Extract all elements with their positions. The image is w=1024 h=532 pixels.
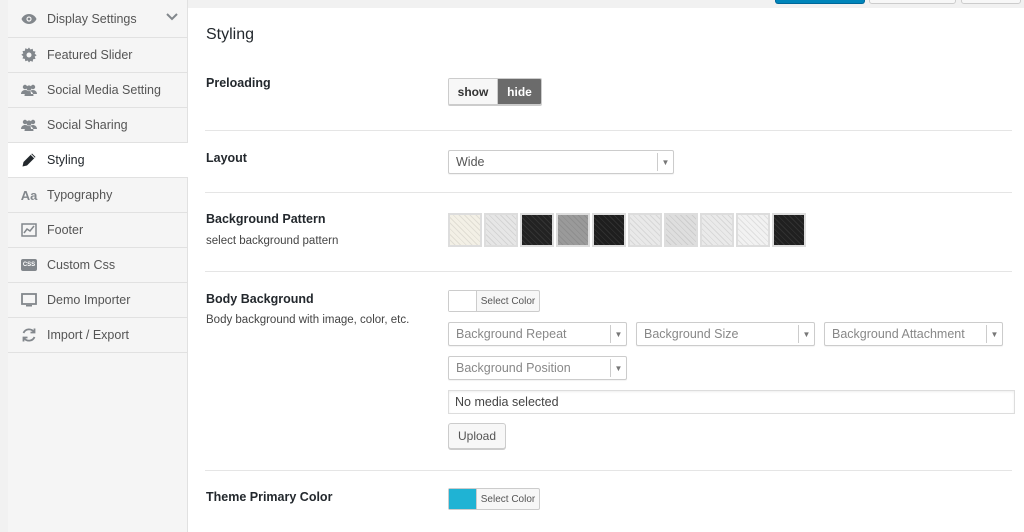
pattern-swatch[interactable] (592, 213, 626, 247)
background-repeat-select[interactable]: Background Repeat ▼ (448, 322, 627, 346)
dropdown-arrow-icon: ▼ (798, 325, 814, 343)
pattern-swatch[interactable] (520, 213, 554, 247)
preloading-hide-option[interactable]: hide (498, 79, 541, 104)
divider (205, 130, 1012, 131)
background-size-placeholder: Background Size (644, 327, 739, 341)
background-attachment-placeholder: Background Attachment (832, 327, 965, 341)
select-color-label: Select Color (480, 295, 536, 307)
sidebar-item-label: Typography (47, 188, 113, 202)
pencil-icon (20, 151, 38, 169)
divider (205, 192, 1012, 193)
sidebar-item-label: Display Settings (47, 11, 137, 26)
sidebar-item-label: Styling (47, 153, 85, 167)
background-pattern-description: select background pattern (206, 235, 339, 247)
sidebar-item-label: Import / Export (47, 328, 129, 342)
sidebar-item-custom-css[interactable]: CSS Custom Css (8, 248, 188, 283)
sidebar-item-demo-importer[interactable]: Demo Importer (8, 283, 188, 318)
pattern-swatch[interactable] (700, 213, 734, 247)
preloading-label: Preloading (206, 76, 271, 90)
settings-panel: Styling Preloading show hide Layout Wide… (188, 8, 1024, 532)
users-icon (20, 81, 38, 99)
css-icon: CSS (20, 256, 38, 274)
chart-icon (20, 221, 38, 239)
chevron-down-icon[interactable] (166, 10, 178, 24)
eye-icon (20, 10, 38, 28)
pattern-swatch[interactable] (772, 213, 806, 247)
divider (205, 271, 1012, 272)
media-url-field[interactable]: No media selected (448, 390, 1015, 414)
sidebar-item-social-media-setting[interactable]: Social Media Setting (8, 73, 188, 108)
color-swatch (449, 489, 477, 509)
gear-icon (20, 46, 38, 64)
background-pattern-picker (448, 213, 806, 247)
sidebar-item-display-settings[interactable]: Display Settings (8, 0, 188, 38)
typography-icon: Aa (20, 187, 38, 203)
sidebar-item-featured-slider[interactable]: Featured Slider (8, 38, 188, 73)
sidebar-item-social-sharing[interactable]: Social Sharing (8, 108, 188, 143)
sidebar-item-label: Demo Importer (47, 293, 131, 307)
reset-all-button[interactable] (961, 0, 1021, 4)
layout-select[interactable]: Wide ▼ (448, 150, 674, 174)
page-title: Styling (206, 26, 255, 43)
background-position-select[interactable]: Background Position ▼ (448, 356, 627, 380)
sidebar-item-label: Social Media Setting (47, 83, 161, 97)
pattern-swatch[interactable] (448, 213, 482, 247)
pattern-swatch[interactable] (484, 213, 518, 247)
save-changes-button[interactable] (775, 0, 865, 4)
dropdown-arrow-icon: ▼ (657, 153, 673, 171)
select-color-label: Select Color (480, 493, 536, 505)
body-background-description: Body background with image, color, etc. (206, 314, 410, 326)
pattern-swatch[interactable] (556, 213, 590, 247)
background-size-select[interactable]: Background Size ▼ (636, 322, 815, 346)
background-repeat-placeholder: Background Repeat (456, 327, 567, 341)
sidebar-item-label: Footer (47, 223, 84, 237)
pattern-swatch[interactable] (628, 213, 662, 247)
theme-primary-color-label: Theme Primary Color (206, 490, 333, 504)
sidebar-item-typography[interactable]: Aa Typography (8, 178, 188, 213)
sidebar-item-footer[interactable]: Footer (8, 213, 188, 248)
sidebar-item-import-export[interactable]: Import / Export (8, 318, 188, 353)
theme-primary-color-button[interactable]: Select Color (448, 488, 540, 510)
dropdown-arrow-icon: ▼ (986, 325, 1002, 343)
dropdown-arrow-icon: ▼ (610, 325, 626, 343)
upload-button[interactable]: Upload (448, 423, 506, 449)
layout-select-value: Wide (456, 155, 485, 169)
background-position-placeholder: Background Position (456, 361, 571, 375)
screen-icon (20, 291, 38, 309)
preloading-show-option[interactable]: show (449, 79, 498, 104)
media-status-text: No media selected (455, 395, 559, 409)
sidebar-item-label: Custom Css (47, 258, 116, 272)
sidebar-item-label: Social Sharing (47, 118, 128, 132)
body-background-label: Body Background (206, 292, 314, 306)
preloading-toggle: show hide (448, 78, 542, 105)
sidebar-item-styling[interactable]: Styling (8, 143, 188, 178)
color-swatch (449, 291, 477, 311)
users-icon (20, 116, 38, 134)
dropdown-arrow-icon: ▼ (610, 359, 626, 377)
background-pattern-label: Background Pattern (206, 212, 326, 226)
divider (205, 470, 1012, 471)
reset-section-button[interactable] (869, 0, 956, 4)
options-sidebar: Display Settings Featured Slider Social … (8, 0, 188, 532)
pattern-swatch[interactable] (664, 213, 698, 247)
background-attachment-select[interactable]: Background Attachment ▼ (824, 322, 1003, 346)
pattern-swatch[interactable] (736, 213, 770, 247)
layout-label: Layout (206, 151, 247, 165)
body-background-color-button[interactable]: Select Color (448, 290, 540, 312)
refresh-icon (20, 326, 38, 344)
sidebar-item-label: Featured Slider (47, 48, 133, 62)
